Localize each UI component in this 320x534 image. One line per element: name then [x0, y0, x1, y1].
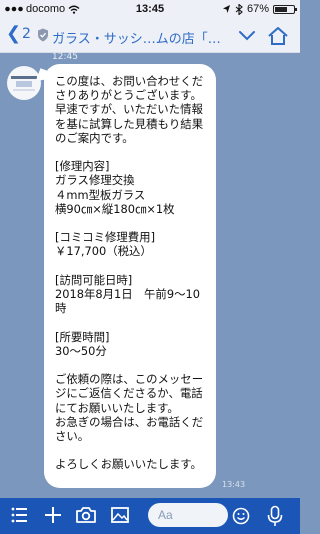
shop-logo-icon	[11, 76, 37, 91]
message-input[interactable]: Aa	[148, 503, 228, 527]
verified-shield-icon	[38, 28, 48, 42]
emoji-icon[interactable]	[232, 507, 250, 525]
bluetooth-icon	[235, 3, 243, 15]
bottom-toolbar: Aa	[0, 498, 300, 534]
chat-header: ❮ 2 ガラス・サッシ…ムの店「窓名人」	[0, 20, 300, 53]
chevron-down-icon[interactable]	[238, 26, 256, 46]
camera-icon[interactable]	[75, 505, 97, 525]
chat-title[interactable]: ガラス・サッシ…ムの店「窓名人」	[52, 28, 227, 47]
plus-icon[interactable]	[43, 505, 63, 525]
battery-level	[275, 6, 287, 12]
microphone-icon[interactable]	[266, 505, 284, 527]
message-text: この度は、お問い合わせくださりありがとうございます。 早速ですが、いただいた情報…	[55, 74, 204, 472]
message-time: 13:43	[222, 480, 246, 489]
battery-icon	[273, 4, 297, 14]
location-icon	[222, 5, 230, 13]
back-chevron-icon[interactable]: ❮	[6, 24, 21, 44]
message-bubble[interactable]: この度は、お問い合わせくださりありがとうございます。 早速ですが、いただいた情報…	[44, 64, 216, 488]
message-input-placeholder: Aa	[158, 508, 173, 522]
menu-icon[interactable]	[10, 505, 30, 525]
avatar[interactable]	[7, 66, 41, 100]
image-icon[interactable]	[110, 505, 130, 525]
unread-count[interactable]: 2	[22, 26, 31, 42]
home-icon[interactable]	[266, 26, 290, 46]
status-right: 67%	[222, 3, 297, 15]
previous-message-time: 12:45	[52, 52, 78, 62]
battery-percent: 67%	[246, 3, 269, 15]
status-bar: docomo 13:45 67%	[0, 0, 300, 20]
